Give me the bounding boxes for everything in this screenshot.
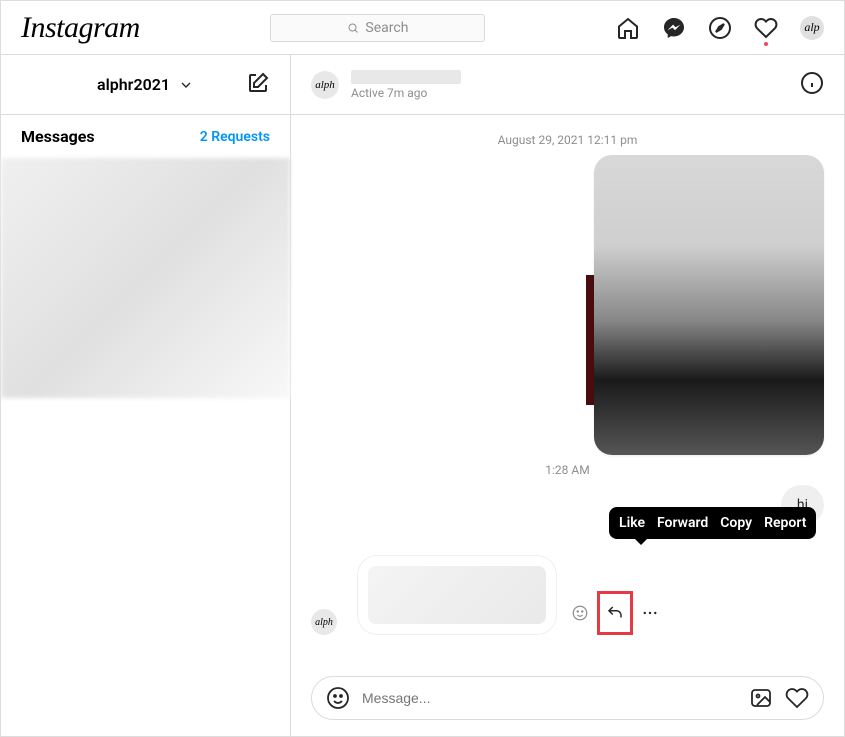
menu-copy[interactable]: Copy: [720, 515, 752, 531]
chevron-down-icon: [178, 77, 194, 93]
avatar: alp: [800, 16, 824, 40]
compose-button[interactable]: [246, 71, 270, 99]
nav-icons: alp: [616, 16, 824, 40]
activity-icon[interactable]: [754, 16, 778, 40]
info-button[interactable]: [800, 71, 824, 99]
messenger-icon[interactable]: [662, 16, 686, 40]
requests-link[interactable]: 2 Requests: [200, 129, 270, 145]
react-icon[interactable]: [571, 604, 589, 622]
menu-report[interactable]: Report: [764, 515, 806, 531]
reply-icon[interactable]: [597, 591, 633, 635]
chat-header: alph Active 7m ago: [291, 55, 844, 115]
chat-avatar[interactable]: alph: [311, 71, 339, 99]
message-sent: [311, 155, 824, 455]
messages-label: Messages: [21, 127, 95, 146]
chat-pane: alph Active 7m ago August 29, 2021 12:11…: [291, 55, 844, 736]
post-accent: [586, 275, 594, 405]
search-icon: [347, 22, 359, 34]
more-icon[interactable]: [641, 604, 659, 622]
emoji-icon[interactable]: [326, 686, 350, 710]
message-bubble[interactable]: [357, 555, 557, 635]
chat-status: Active 7m ago: [351, 86, 461, 100]
sidebar: alphr2021 Messages 2 Requests: [1, 55, 291, 736]
message-actions: [571, 591, 659, 635]
username-dropdown[interactable]: alphr2021: [97, 75, 194, 94]
message-attachment: [368, 566, 546, 624]
messages-row: Messages 2 Requests: [1, 115, 290, 158]
search-input[interactable]: Search: [270, 14, 485, 42]
image-icon[interactable]: [749, 686, 773, 710]
menu-like[interactable]: Like: [619, 515, 645, 531]
search-wrap: Search: [140, 14, 616, 42]
explore-icon[interactable]: [708, 16, 732, 40]
chat-body[interactable]: August 29, 2021 12:11 pm 1:28 AM hi alph: [291, 115, 844, 660]
instagram-logo[interactable]: Instagram: [21, 11, 140, 45]
menu-forward[interactable]: Forward: [657, 515, 708, 531]
profile-avatar[interactable]: alp: [800, 16, 824, 40]
home-icon[interactable]: [616, 16, 640, 40]
message-context-menu: Like Forward Copy Report: [609, 507, 816, 539]
sidebar-header: alphr2021: [1, 55, 290, 115]
shared-post[interactable]: [594, 155, 824, 455]
chat-userblock: Active 7m ago: [351, 70, 461, 100]
top-nav: Instagram Search alp: [1, 1, 844, 55]
main-layout: alphr2021 Messages 2 Requests alph Activ…: [1, 55, 844, 736]
username-label: alphr2021: [97, 75, 170, 94]
timestamp: August 29, 2021 12:11 pm: [311, 133, 824, 147]
composer-box: [311, 676, 824, 720]
message-received-row: alph Like Forward: [311, 555, 824, 635]
search-placeholder: Search: [365, 20, 408, 36]
sender-avatar[interactable]: alph: [311, 609, 337, 635]
chat-username[interactable]: [351, 70, 461, 84]
composer: [291, 660, 844, 736]
message-input[interactable]: [362, 690, 737, 706]
timestamp: 1:28 AM: [311, 463, 824, 477]
like-icon[interactable]: [785, 686, 809, 710]
thread-list-item[interactable]: [1, 158, 290, 398]
